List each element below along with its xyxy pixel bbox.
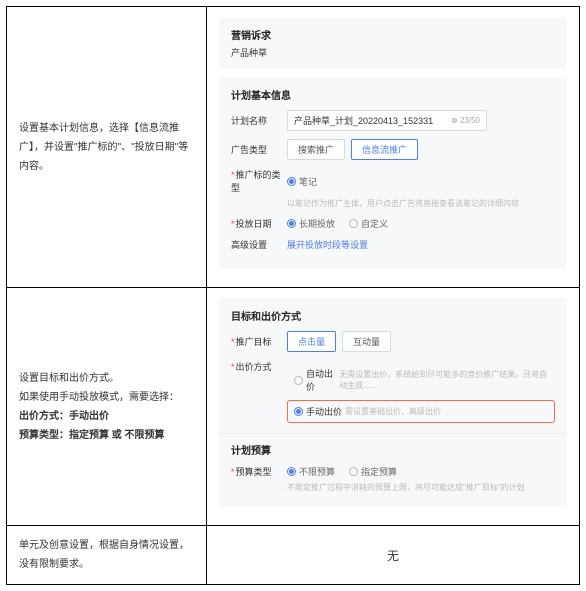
radio-dot-icon [287,467,296,476]
budget-label: 预算类型 [231,465,287,478]
row2-left: 设置目标和出价方式。 如果使用手动投放模式，需要选择： 出价方式：手动出价 预算… [7,288,207,526]
r2-l3a: 出价方式：手动出价 [19,411,109,422]
dates-long[interactable]: 长期投放 [287,217,335,230]
budget-help: 不限定推广过程中消耗的预算上限，将尽可能达成"推广目标"的计划 [287,482,555,493]
bid-label: 出价方式 [231,360,287,373]
adv-link[interactable]: 展开投放时段等设置 [287,238,368,251]
planname-label: 计划名称 [231,114,287,127]
radio-dot-icon [294,376,303,385]
adv-label: 高级设置 [231,238,287,251]
marketing-card: 营销诉求 产品种草 [219,17,567,69]
goal-click[interactable]: 点击量 [287,331,336,352]
adtype-label: 广告类型 [231,143,287,156]
r2-l1: 设置目标和出价方式。 [19,369,194,388]
r2-l3b: 预算类型：指定预算 或 不限预算 [19,430,165,441]
budget-unlimited[interactable]: 不限预算 [287,465,335,478]
row1-left: 设置基本计划信息，选择【信息流推广】，并设置"推广标的"、"投放日期"等内容。 [7,7,207,288]
adtype-feed[interactable]: 信息流推广 [351,139,418,160]
budget-title: 计划预算 [231,442,555,457]
radio-dot-icon [287,177,296,186]
target-label: 推广标的类型 [231,168,287,194]
row2-right: 目标和出价方式 推广目标 点击量 互动量 出价方式 自动出价 无需设置出价，系统 [207,288,580,526]
target-help: 以笔记作为推广主体，用户点击广告将直接查看该笔记的详细内容 [287,198,555,209]
planname-value: 产品种草_计划_20220413_152331 [294,114,433,127]
row3-right: 无 [207,526,580,585]
adtype-seg: 搜索推广 信息流推广 [287,139,418,160]
row1-left-text: 设置基本计划信息，选择【信息流推广】，并设置"推广标的"、"投放日期"等内容。 [19,123,188,172]
bid-auto[interactable]: 自动出价 无需设置出价，系统给到尽可能多的竞价推广结果。还将自动生成…… [287,362,555,398]
bid-manual[interactable]: 手动出价 需设置基础出价、高级出价 [287,400,555,423]
planname-input[interactable]: 产品种草_计划_20220413_152331 ⊗ 23/50 [287,110,487,131]
budget-fixed[interactable]: 指定预算 [349,465,397,478]
goal-title: 目标和出价方式 [231,308,555,323]
radio-dot-icon [349,467,358,476]
target-opt-note[interactable]: 笔记 [287,175,317,188]
radio-dot-icon [349,219,358,228]
radio-dot-icon [294,407,303,416]
marketing-title: 营销诉求 [231,27,555,42]
dates-custom[interactable]: 自定义 [349,217,388,230]
goal-label: 推广目标 [231,335,287,348]
planinfo-title: 计划基本信息 [231,87,555,102]
radio-dot-icon [287,219,296,228]
planname-suffix: ⊗ 23/50 [451,116,480,125]
dates-label: 投放日期 [231,217,287,230]
row3-left: 单元及创意设置，根据自身情况设置，没有限制要求。 [7,526,207,585]
goal-card: 目标和出价方式 推广目标 点击量 互动量 出价方式 自动出价 无需设置出价，系统 [219,298,567,507]
planinfo-card: 计划基本信息 计划名称 产品种草_计划_20220413_152331 ⊗ 23… [219,77,567,269]
adtype-search[interactable]: 搜索推广 [287,139,345,160]
r2-l2: 如果使用手动投放模式，需要选择： [19,388,194,407]
doc-table: 设置基本计划信息，选择【信息流推广】，并设置"推广标的"、"投放日期"等内容。 … [6,6,580,585]
marketing-sub: 产品种草 [231,46,555,59]
divider [219,433,567,434]
goal-engage[interactable]: 互动量 [342,331,391,352]
row1-right: 营销诉求 产品种草 计划基本信息 计划名称 产品种草_计划_20220413_1… [207,7,580,288]
